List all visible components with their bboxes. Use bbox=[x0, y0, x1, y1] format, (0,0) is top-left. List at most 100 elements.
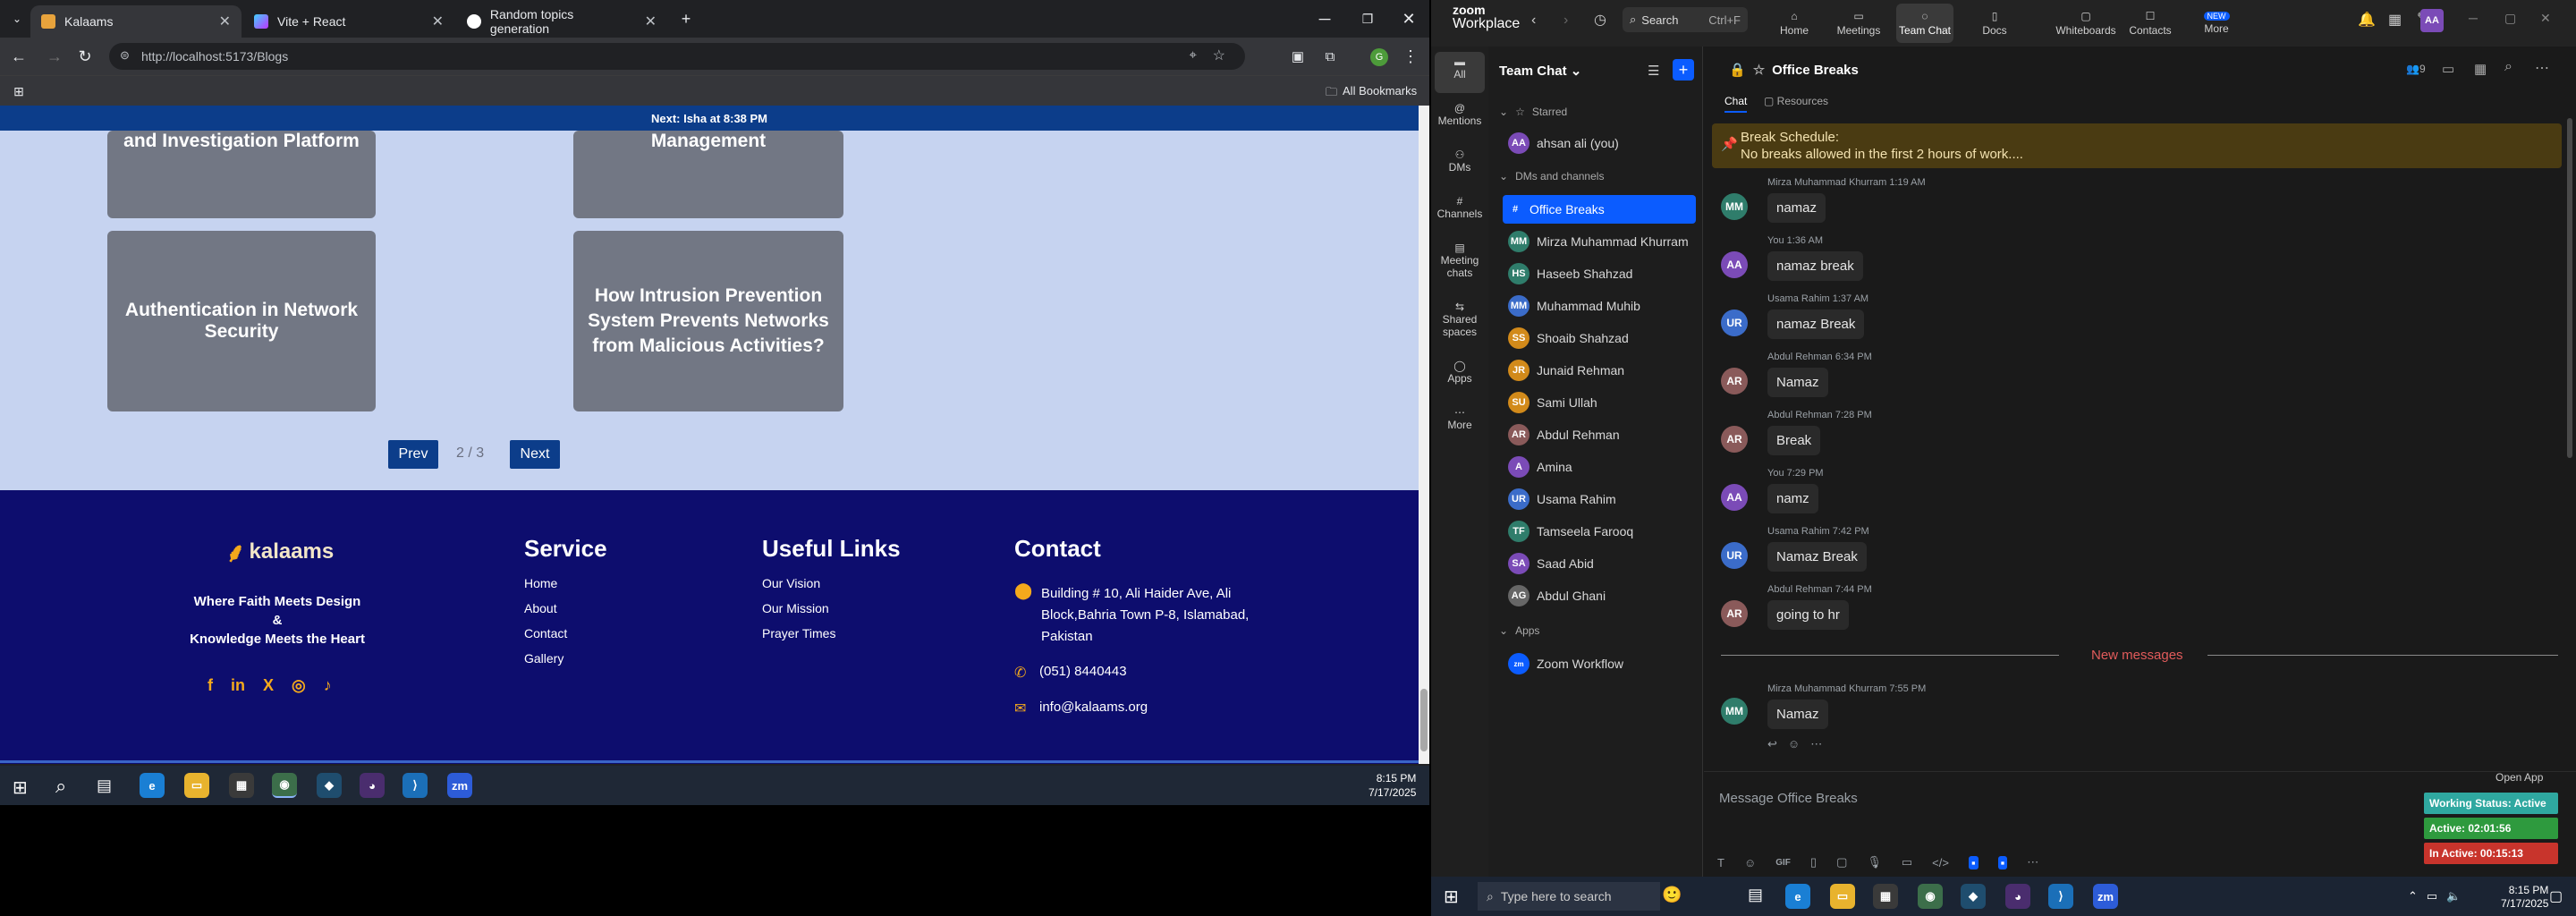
chat-message[interactable]: AR Abdul Rehman 6:34 PM Namaz bbox=[1721, 352, 2508, 397]
rail-more[interactable]: ⋯ More bbox=[1431, 406, 1488, 431]
tab-chat[interactable]: Chat bbox=[1724, 95, 1748, 113]
store-icon[interactable]: ▦ bbox=[229, 773, 254, 798]
tab-resources[interactable]: ▢ Resources bbox=[1764, 95, 1828, 107]
status-active-time[interactable]: Active: 02:01:56 bbox=[2424, 818, 2558, 839]
message-input[interactable]: Message Office Breaks bbox=[1719, 780, 2399, 816]
rail-all[interactable]: ▬ All bbox=[1431, 55, 1488, 81]
footer-link-about[interactable]: About bbox=[524, 601, 567, 615]
minimize-icon[interactable]: ─ bbox=[1311, 5, 1338, 32]
chat-message[interactable]: UR Usama Rahim 1:37 AM namaz Break bbox=[1721, 293, 2508, 339]
blog-card[interactable]: Management bbox=[573, 131, 843, 218]
chat-message[interactable]: AA You 1:36 AM namaz break bbox=[1721, 235, 2508, 281]
nav-home[interactable]: ⌂ Home bbox=[1766, 4, 1823, 43]
dm-item[interactable]: SA Saad Abid bbox=[1503, 549, 1696, 578]
contact-phone[interactable]: (051) 8440443 bbox=[1039, 664, 1127, 679]
footer-link-vision[interactable]: Our Vision bbox=[762, 576, 835, 590]
starred-section[interactable]: ⌄ ☆ Starred bbox=[1499, 106, 1567, 118]
dm-item[interactable]: A Amina bbox=[1503, 453, 1696, 481]
address-bar[interactable]: ⊜ http://localhost:5173/Blogs ⌖ ☆ bbox=[109, 43, 1245, 70]
taskbar-clock-left[interactable]: 8:15 PM 7/17/2025 bbox=[1368, 771, 1416, 800]
chat-message[interactable]: UR Usama Rahim 7:42 PM Namaz Break bbox=[1721, 526, 2508, 572]
new-chat-button[interactable]: + bbox=[1673, 59, 1694, 81]
location-icon[interactable]: ⌖ bbox=[1190, 47, 1197, 63]
forward-icon[interactable]: › bbox=[1563, 13, 1568, 29]
windows-start-icon[interactable]: ⊞ bbox=[13, 776, 28, 799]
chat-message[interactable]: AA You 7:29 PM namz bbox=[1721, 468, 2508, 513]
chat-scrollbar[interactable] bbox=[2567, 118, 2572, 458]
more-dots-icon[interactable]: ⋯ bbox=[1810, 737, 1822, 751]
app-icon[interactable]: ◆ bbox=[1961, 884, 1986, 909]
zoom-taskbar-icon[interactable]: zm bbox=[2093, 884, 2118, 909]
chevron-up-icon[interactable]: ⌃ bbox=[2408, 889, 2418, 903]
apps-section[interactable]: ⌄ Apps bbox=[1499, 624, 1539, 637]
taskbar-search[interactable]: ⌕ Type here to search bbox=[1478, 882, 1660, 911]
file-icon[interactable]: ▯ bbox=[1810, 855, 1817, 869]
channel-title[interactable]: Office Breaks bbox=[1772, 63, 1859, 78]
task-view-icon[interactable]: ▤ bbox=[97, 776, 112, 795]
calendar-icon[interactable]: ▦ bbox=[2388, 11, 2402, 29]
app-icon[interactable]: ◆ bbox=[317, 773, 342, 798]
rail-shared-spaces[interactable]: ⇆ Shared spaces bbox=[1431, 301, 1488, 338]
prev-page-button[interactable]: Prev bbox=[388, 440, 438, 469]
rail-meeting-chats[interactable]: ▤ Meeting chats bbox=[1431, 242, 1488, 279]
app-integration-icon[interactable]: ▪ bbox=[1968, 855, 1979, 869]
chat-message[interactable]: AR Abdul Rehman 7:28 PM Break bbox=[1721, 410, 2508, 455]
calendar-icon[interactable]: ▦ bbox=[2474, 61, 2487, 77]
emoji-react-icon[interactable]: ☺ bbox=[1788, 737, 1800, 751]
file-explorer-icon[interactable]: ▭ bbox=[184, 773, 209, 798]
chrome-icon[interactable]: ◉ bbox=[1918, 884, 1943, 909]
scrollbar-thumb[interactable] bbox=[1420, 689, 1428, 751]
more-dots-icon[interactable]: ⋯ bbox=[2535, 59, 2549, 77]
tab-vite[interactable]: Vite + React ✕ bbox=[243, 5, 454, 38]
nav-whiteboards[interactable]: ▢ Whiteboards bbox=[2043, 4, 2129, 43]
maximize-icon[interactable]: ▢ bbox=[2504, 11, 2516, 26]
dm-item[interactable]: AG Abdul Ghani bbox=[1503, 581, 1696, 610]
status-working[interactable]: Working Status: Active bbox=[2424, 793, 2558, 814]
blog-card[interactable]: Authentication in Network Security bbox=[107, 231, 376, 411]
chat-item-self[interactable]: AA ahsan ali (you) bbox=[1503, 129, 1696, 157]
dm-item[interactable]: SU Sami Ullah bbox=[1503, 388, 1696, 417]
filter-icon[interactable]: ☰ bbox=[1648, 63, 1659, 79]
rail-dms[interactable]: ⚇ DMs bbox=[1431, 148, 1488, 174]
gif-icon[interactable]: GIF bbox=[1775, 858, 1791, 868]
rail-channels[interactable]: # Channels bbox=[1431, 195, 1488, 220]
vscode-icon[interactable]: ⟩ bbox=[2048, 884, 2073, 909]
dm-item[interactable]: UR Usama Rahim bbox=[1503, 485, 1696, 513]
back-icon[interactable]: ‹ bbox=[1531, 13, 1536, 29]
dm-item[interactable]: SS Shoaib Shahzad bbox=[1503, 324, 1696, 352]
restore-icon[interactable]: ❐ bbox=[1354, 5, 1381, 32]
x-twitter-icon[interactable]: X bbox=[263, 676, 274, 695]
next-page-button[interactable]: Next bbox=[510, 440, 560, 469]
tab-search-icon[interactable]: ⌄ bbox=[4, 5, 30, 32]
footer-link-home[interactable]: Home bbox=[524, 576, 567, 590]
format-text-icon[interactable]: T bbox=[1717, 856, 1724, 869]
tiktok-icon[interactable]: ♪ bbox=[324, 676, 332, 695]
file-explorer-icon[interactable]: ▭ bbox=[1830, 884, 1855, 909]
chat-message[interactable]: MM Mirza Muhammad Khurram 1:19 AM namaz bbox=[1721, 177, 2508, 223]
reply-icon[interactable]: ↩ bbox=[1767, 737, 1777, 751]
star-icon[interactable]: ☆ bbox=[1753, 62, 1765, 78]
dm-item[interactable]: AR Abdul Rehman bbox=[1503, 420, 1696, 449]
rail-apps[interactable]: ◯ Apps bbox=[1431, 360, 1488, 385]
kalaams-logo[interactable]: ⸙ kalaams bbox=[225, 533, 334, 570]
tab-kalaams[interactable]: Kalaams ✕ bbox=[30, 5, 242, 38]
bookmark-star-icon[interactable]: ☆ bbox=[1213, 47, 1225, 64]
members-count[interactable]: 👥9 bbox=[2406, 63, 2426, 75]
user-avatar[interactable]: AA bbox=[2420, 9, 2444, 32]
screenshot-icon[interactable]: ▢ bbox=[1836, 855, 1847, 869]
nav-contacts[interactable]: ☐ Contacts bbox=[2122, 4, 2179, 43]
channel-item-office-breaks[interactable]: # Office Breaks bbox=[1503, 195, 1696, 224]
search-icon[interactable]: ⌕ bbox=[55, 775, 66, 798]
store-icon[interactable]: ▦ bbox=[1873, 884, 1898, 909]
video-message-icon[interactable]: ▭ bbox=[1902, 855, 1912, 869]
profile-avatar[interactable]: G bbox=[1370, 48, 1388, 66]
close-icon[interactable]: ✕ bbox=[432, 13, 444, 30]
nav-meetings[interactable]: ▭ Meetings bbox=[1830, 4, 1887, 43]
reload-icon[interactable]: ↻ bbox=[72, 43, 98, 70]
instagram-icon[interactable]: ◎ bbox=[292, 676, 306, 695]
volume-icon[interactable]: 🔈 bbox=[2446, 889, 2461, 903]
site-info-icon[interactable]: ⊜ bbox=[120, 48, 130, 63]
mic-icon[interactable]: 🎙 bbox=[1867, 855, 1882, 869]
chrome-icon[interactable]: ◉ bbox=[272, 773, 297, 798]
taskbar-clock-right[interactable]: 8:15 PM 7/17/2025 bbox=[2501, 884, 2548, 911]
